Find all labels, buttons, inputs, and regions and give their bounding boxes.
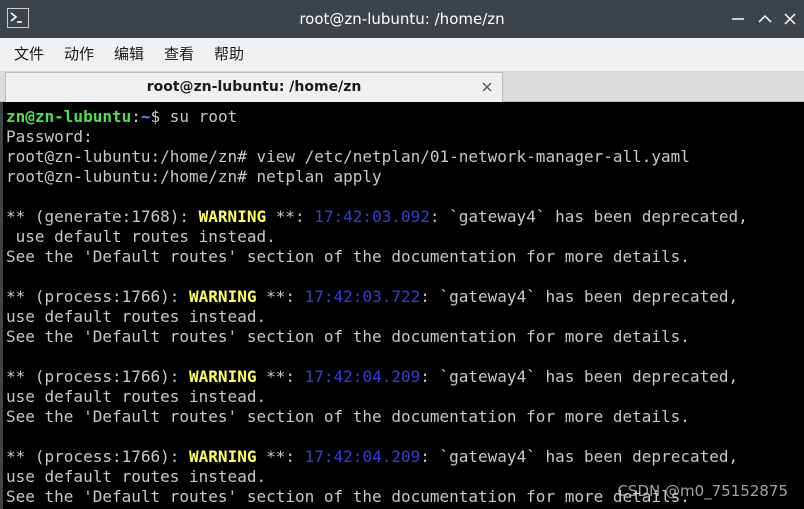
tab-bar: root@zn-lubuntu: /home/zn — [0, 71, 804, 102]
prompt-path: ~ — [140, 107, 151, 126]
warning-prefix: ** (process:1766): — [6, 287, 190, 306]
warning-message: : `gateway4` has been deprecated, — [420, 287, 739, 306]
warning-mid: **: — [256, 367, 305, 386]
warning-mid: **: — [256, 447, 305, 466]
warning-line: ** (process:1766): WARNING **: 17:42:03.… — [6, 287, 804, 307]
warning-details: See the 'Default routes' section of the … — [6, 247, 690, 266]
close-icon[interactable] — [781, 10, 799, 28]
warning-continuation: use default routes instead. — [6, 307, 267, 326]
warning-mid: **: — [256, 287, 305, 306]
terminal-output[interactable]: zn@zn-lubuntu:~$ su root Password: root@… — [0, 102, 804, 509]
warning-continuation: use default routes instead. — [6, 227, 276, 246]
maximize-icon[interactable] — [756, 10, 774, 28]
warning-timestamp: 17:42:04.209 — [304, 447, 421, 466]
prompt-separator: : — [131, 107, 141, 126]
warning-prefix: ** (process:1766): — [6, 447, 190, 466]
menu-help[interactable]: 帮助 — [214, 38, 244, 71]
terminal-text: zn@zn-lubuntu:~$ su root Password: root@… — [6, 107, 804, 507]
warning-prefix: ** (process:1766): — [6, 367, 190, 386]
command-line: root@zn-lubuntu:/home/zn# view /etc/netp… — [6, 147, 690, 166]
warning-details: See the 'Default routes' section of the … — [6, 407, 690, 426]
tab-close-icon[interactable] — [481, 81, 493, 93]
warning-message: : `gateway4` has been deprecated, — [420, 367, 739, 386]
warning-details: See the 'Default routes' section of the … — [6, 327, 690, 346]
warning-label: WARNING — [189, 367, 257, 386]
menu-action[interactable]: 动作 — [64, 38, 94, 71]
warning-message: : `gateway4` has been deprecated, — [429, 207, 748, 226]
warning-continuation: use default routes instead. — [6, 387, 267, 406]
prompt-symbol: $ — [150, 107, 170, 126]
warning-blocks: ** (generate:1768): WARNING **: 17:42:03… — [6, 187, 804, 507]
warning-label: WARNING — [189, 287, 257, 306]
prompt-user: zn@zn-lubuntu — [6, 107, 132, 126]
warning-message: : `gateway4` has been deprecated, — [420, 447, 739, 466]
warning-label: WARNING — [189, 447, 257, 466]
warning-line: ** (process:1766): WARNING **: 17:42:04.… — [6, 367, 804, 387]
warning-prefix: ** (generate:1768): — [6, 207, 199, 226]
warning-timestamp: 17:42:03.092 — [314, 207, 430, 226]
command-line: root@zn-lubuntu:/home/zn# netplan apply — [6, 167, 382, 186]
prompt-command: su root — [169, 107, 238, 126]
menu-view[interactable]: 查看 — [164, 38, 194, 71]
prompt-line: zn@zn-lubuntu:~$ su root — [6, 107, 804, 127]
window-title: root@zn-lubuntu: /home/zn — [299, 10, 505, 28]
warning-timestamp: 17:42:04.209 — [304, 367, 421, 386]
watermark: CSDN @m0_75152875 — [617, 482, 788, 500]
terminal-window: root@zn-lubuntu: /home/zn 文件 动作 编辑 查看 帮助… — [0, 0, 804, 509]
minimize-icon[interactable] — [729, 10, 747, 28]
title-bar[interactable]: root@zn-lubuntu: /home/zn — [0, 0, 804, 38]
menu-edit[interactable]: 编辑 — [114, 38, 144, 71]
warning-timestamp: 17:42:03.722 — [304, 287, 421, 306]
warning-mid: **: — [266, 207, 315, 226]
menu-file[interactable]: 文件 — [14, 38, 44, 71]
menu-bar: 文件 动作 编辑 查看 帮助 — [0, 38, 804, 71]
password-line: Password: — [6, 127, 93, 146]
warning-line: ** (generate:1768): WARNING **: 17:42:03… — [6, 207, 804, 227]
tab-label: root@zn-lubuntu: /home/zn — [146, 79, 362, 95]
warning-label: WARNING — [198, 207, 267, 226]
warning-line: ** (process:1766): WARNING **: 17:42:04.… — [6, 447, 804, 467]
tab-terminal[interactable]: root@zn-lubuntu: /home/zn — [5, 72, 503, 102]
